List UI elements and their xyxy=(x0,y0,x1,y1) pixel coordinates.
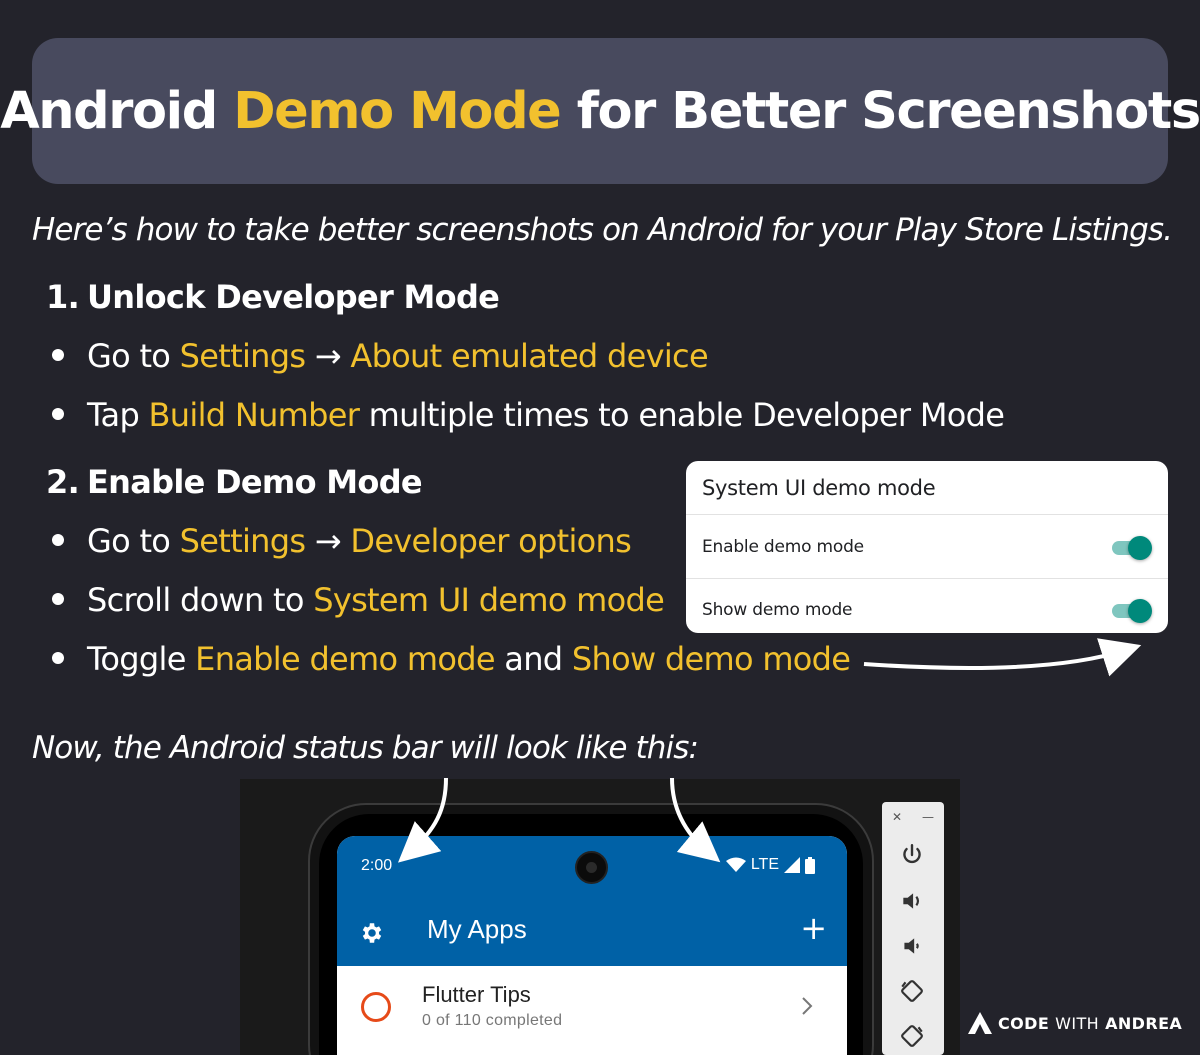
app-bar: 2:00 LTE My Apps + xyxy=(337,836,847,966)
bullet-dot xyxy=(52,652,64,664)
close-icon[interactable]: ✕ xyxy=(892,810,902,824)
phone-screen: 2:00 LTE My Apps + Flutter Tips 0 of 110… xyxy=(337,836,847,1055)
network-label: LTE xyxy=(750,856,779,873)
card-header: System UI demo mode xyxy=(686,461,1168,515)
bullet-highlight: About emulated device xyxy=(350,337,708,375)
step-1-bullet-2: Tap Build Number multiple times to enabl… xyxy=(52,396,1005,434)
bullet-dot xyxy=(52,349,64,361)
show-demo-mode-toggle[interactable] xyxy=(1112,599,1152,623)
bullet-text: Scroll down to xyxy=(87,581,314,619)
bullet-text: Go to xyxy=(87,522,180,560)
step-title: Enable Demo Mode xyxy=(87,463,423,501)
title-highlight: Demo Mode xyxy=(233,81,562,141)
settings-gear-icon[interactable] xyxy=(359,920,385,946)
bullet-text: and xyxy=(494,640,572,678)
bullet-dot xyxy=(52,534,64,546)
bullet-dot xyxy=(52,408,64,420)
row-label: Show demo mode xyxy=(702,600,853,620)
bullet-text: Go to xyxy=(87,337,180,375)
step-2-bullet-2: Scroll down to System UI demo mode xyxy=(52,581,665,619)
bullet-highlight: Developer options xyxy=(350,522,632,560)
bullet-highlight: System UI demo mode xyxy=(313,581,665,619)
battery-icon xyxy=(805,856,815,874)
brand-part: ANDREA xyxy=(1105,1013,1183,1033)
bullet-text: → xyxy=(305,522,351,560)
bullet-highlight: Enable demo mode xyxy=(195,640,495,678)
wifi-icon xyxy=(725,857,746,872)
show-demo-mode-row[interactable]: Show demo mode xyxy=(686,578,1168,633)
bullet-highlight: Settings xyxy=(179,522,306,560)
rotate-right-icon[interactable] xyxy=(899,1023,925,1049)
row-label: Enable demo mode xyxy=(702,536,864,557)
camera-icon xyxy=(575,851,608,884)
enable-demo-mode-row[interactable]: Enable demo mode xyxy=(686,515,1168,578)
app-title: My Apps xyxy=(427,914,527,944)
list-item-title: Flutter Tips xyxy=(422,982,531,1007)
step-number: 1. xyxy=(46,278,80,316)
step-2-bullet-3: Toggle Enable demo mode and Show demo mo… xyxy=(52,640,851,678)
bullet-text: Tap xyxy=(87,396,149,434)
arrow-to-card xyxy=(863,638,1142,677)
bullet-dot xyxy=(52,593,64,605)
chevron-right-icon xyxy=(802,997,813,1015)
step-2-heading: 2. Enable Demo Mode xyxy=(46,463,423,501)
volume-down-icon[interactable] xyxy=(899,933,925,959)
bullet-text: multiple times to enable Developer Mode xyxy=(359,396,1005,434)
bullet-highlight: Build Number xyxy=(148,396,360,434)
status-time: 2:00 xyxy=(361,857,393,874)
step-number: 2. xyxy=(46,463,80,501)
step-2-bullet-1: Go to Settings → Developer options xyxy=(52,522,632,560)
step-title: Unlock Developer Mode xyxy=(87,278,500,316)
title-part: for Better Screenshots xyxy=(560,81,1200,141)
title-part: Android xyxy=(0,81,234,141)
rotate-left-icon[interactable] xyxy=(899,978,925,1004)
page-title: Android Demo Mode for Better Screenshots xyxy=(0,82,1200,141)
bullet-text: → xyxy=(305,337,351,375)
brand-part: CODE xyxy=(998,1013,1050,1033)
step-1-heading: 1. Unlock Developer Mode xyxy=(46,278,500,316)
brand-logo: CODE WITH ANDREA xyxy=(968,1012,1182,1034)
toggle-thumb xyxy=(1128,599,1152,623)
step-1-bullet-1: Go to Settings → About emulated device xyxy=(52,337,709,375)
intro-text: Here’s how to take better screenshots on… xyxy=(32,212,1173,248)
volume-up-icon[interactable] xyxy=(899,888,925,914)
add-icon[interactable]: + xyxy=(800,912,827,944)
bullet-text: Toggle xyxy=(87,640,196,678)
toggle-thumb xyxy=(1128,535,1152,560)
brand-part: WITH xyxy=(1055,1013,1100,1033)
bullet-highlight: Show demo mode xyxy=(571,640,851,678)
emulator-toolbar: ✕ — xyxy=(882,802,944,1055)
toolbar-window-controls: ✕ — xyxy=(882,810,944,824)
brand-logo-icon xyxy=(968,1012,992,1034)
bullet-highlight: Settings xyxy=(179,337,306,375)
list-item[interactable]: Flutter Tips 0 of 110 completed xyxy=(337,966,847,1055)
list-item-subtitle: 0 of 110 completed xyxy=(422,1012,563,1029)
title-banner: Android Demo Mode for Better Screenshots xyxy=(0,38,1200,184)
minimize-icon[interactable]: — xyxy=(922,810,934,824)
status-icons: LTE xyxy=(725,856,815,874)
outro-text: Now, the Android status bar will look li… xyxy=(32,730,699,766)
enable-demo-mode-toggle[interactable] xyxy=(1112,535,1152,560)
power-icon[interactable] xyxy=(899,842,925,868)
signal-icon xyxy=(784,857,800,873)
progress-ring-icon xyxy=(361,992,391,1022)
system-ui-demo-mode-card: System UI demo mode Enable demo mode Sho… xyxy=(686,461,1168,633)
